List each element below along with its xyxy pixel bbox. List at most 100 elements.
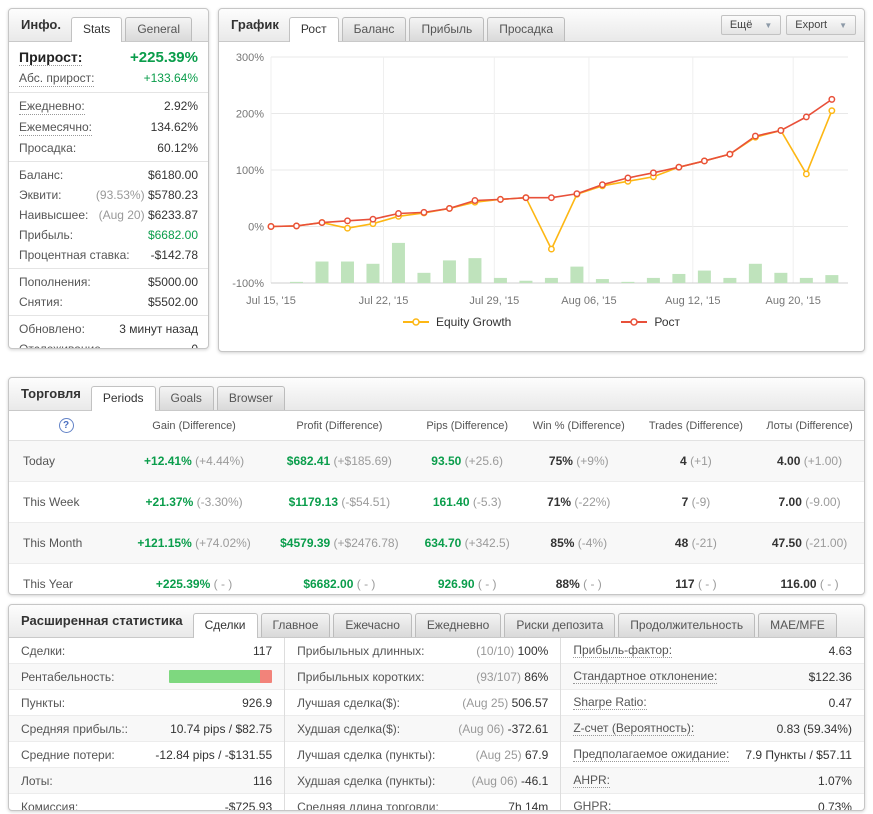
cell-value: 7: [681, 495, 689, 509]
info-value: 60.12%: [157, 141, 198, 155]
table-row: This Week +21.37% (-3.30%) $1179.13 (-$54.…: [9, 481, 864, 523]
stat-row: Стандартное отклонение: $122.36: [561, 664, 864, 690]
cell-value: $6682.00: [303, 577, 354, 591]
stat-value: (Aug 25) 506.57: [462, 695, 549, 710]
stats-tab-hourly[interactable]: Ежечасно: [333, 613, 412, 637]
stat-row: Рентабельность:: [9, 664, 285, 690]
cell-value: $4579.39: [280, 536, 331, 550]
growth-chart: 300% 200% 100% 0% -100% Jul 15, '15 Jul 22, '1…: [232, 52, 848, 307]
svg-text:Jul 22, '15: Jul 22, '15: [359, 295, 409, 307]
stat-label: Рентабельность:: [21, 669, 115, 684]
info-row: Просадка: 60.12%: [9, 138, 208, 158]
period-value-cell: $1179.13 (-$54.51): [265, 481, 414, 523]
stats-tab-deposit-risk[interactable]: Риски депозита: [504, 613, 616, 637]
stats-tab-duration[interactable]: Продолжительность: [618, 613, 756, 637]
info-tab-general[interactable]: General: [125, 17, 193, 41]
profitability-bar-win: [169, 670, 260, 683]
stat-label: Лоты:: [21, 773, 53, 788]
period-value-cell: 93.50 (+25.6): [413, 440, 521, 482]
cell-difference: (-21.00): [805, 536, 848, 550]
stat-label: Худшая сделка (пункты):: [297, 773, 436, 788]
legend-item-growth[interactable]: Рост: [621, 315, 680, 329]
stat-value: -12.84 pips / -$131.55: [155, 747, 273, 762]
info-value: +133.64%: [143, 71, 198, 85]
periods-table-body: Today +12.41% (+4.44%) $682.41 (+$185.69) 9…: [9, 440, 864, 595]
stat-value-prefix: (Aug 25): [462, 695, 512, 710]
cell-difference: (+74.02%): [195, 536, 251, 550]
stat-value: 4.63: [828, 643, 852, 658]
chart-tab-drawdown[interactable]: Просадка: [487, 17, 566, 41]
legend-item-equity-growth[interactable]: Equity Growth: [402, 315, 511, 329]
volume-bar: [519, 280, 533, 283]
cell-value: 88%: [555, 577, 580, 591]
chevron-down-icon: ▼: [839, 20, 847, 30]
help-icon[interactable]: ?: [58, 418, 74, 433]
volume-bar: [544, 277, 558, 283]
trading-tab-periods[interactable]: Periods: [90, 386, 156, 411]
export-button[interactable]: Export ▼: [786, 15, 856, 35]
cell-value: $682.41: [286, 454, 331, 468]
chart-tab-growth[interactable]: Рост: [288, 17, 339, 42]
chart-tab-profit[interactable]: Прибыль: [409, 17, 485, 41]
info-row: Эквити: (93.53%) $5780.23: [9, 185, 208, 205]
stats-tab-trades[interactable]: Сделки: [192, 613, 258, 638]
period-value-cell: +12.41% (+4.44%): [123, 440, 266, 482]
cell-value: 48: [674, 536, 689, 550]
cell-difference: (+$185.69): [333, 454, 392, 468]
cell-difference: ( - ): [583, 577, 602, 591]
table-row: Today +12.41% (+4.44%) $682.41 (+$185.69) 9…: [9, 440, 864, 482]
info-row: Прибыль: $6682.00: [9, 225, 208, 245]
period-value-cell: 88% ( - ): [521, 564, 637, 595]
info-label: Обновлено:: [19, 322, 85, 336]
stat-value-prefix: (Aug 06): [458, 721, 508, 736]
stat-value-prefix: (93/107): [476, 669, 525, 684]
stat-value: (93/107) 86%: [476, 669, 549, 684]
stat-label: Средняя длина торговли:: [297, 799, 439, 811]
profitability-bar: [169, 670, 273, 683]
svg-text:Jul 29, '15: Jul 29, '15: [469, 295, 519, 307]
period-value-cell: +21.37% (-3.30%): [123, 481, 266, 523]
cell-difference: (-9): [691, 495, 711, 509]
info-tab-stats[interactable]: Stats: [70, 17, 123, 42]
chart-panel: График Рост Баланс Прибыль Просадка Ещё ▼ Exp…: [218, 8, 865, 352]
stats-column: Сделки: 117 Рентабельность: Пункты: 926.9 Сре…: [9, 638, 285, 810]
more-button[interactable]: Ещё ▼: [720, 15, 782, 35]
cell-value: 116.00: [780, 577, 817, 591]
chart-panel-header: График Рост Баланс Прибыль Просадка Ещё ▼ Exp…: [219, 9, 864, 42]
cell-value: 117: [675, 577, 695, 591]
stat-value: 7h 14m: [508, 799, 549, 811]
period-value-cell: $6682.00 ( - ): [265, 564, 413, 595]
trading-tab-browser[interactable]: Browser: [216, 386, 285, 410]
legend-label: Рост: [654, 315, 681, 329]
column-header: Win % (Difference): [520, 411, 637, 441]
stat-row: Худшая сделка($): (Aug 06) -372.61: [285, 716, 561, 742]
cell-value: 161.40: [432, 495, 470, 509]
info-row: Ежедневно: 2.92%: [9, 96, 208, 117]
stats-tab-mae-mfe[interactable]: MAE/MFE: [758, 613, 837, 637]
info-value: (93.53%) $5780.23: [95, 188, 198, 202]
stats-tab-daily[interactable]: Ежедневно: [414, 613, 502, 637]
period-value-cell: +121.15% (+74.02%): [123, 522, 266, 564]
info-group: Баланс: $6180.00 Эквити: (93.53%) $5780.23 Н…: [9, 162, 208, 269]
period-label: Today: [9, 440, 123, 482]
stat-value: (10/10) 100%: [476, 643, 549, 658]
svg-text:-100%: -100%: [232, 278, 264, 290]
chart-tab-balance[interactable]: Баланс: [341, 17, 407, 41]
period-value-cell: 85% (-4%): [520, 522, 637, 564]
info-value: $5502.00: [147, 295, 198, 309]
stat-row: Средние потери: -12.84 pips / -$131.55: [9, 742, 285, 768]
info-label: Абс. прирост:: [19, 71, 95, 87]
chart-header-buttons: Ещё ▼ Export ▼: [720, 15, 856, 35]
period-label: This Week: [9, 481, 123, 523]
info-value: -$142.78: [150, 248, 198, 262]
info-panel: Инфо. Stats General Прирост: +225.39% Абс. …: [8, 8, 209, 349]
stat-value-prefix: (10/10): [476, 643, 518, 658]
stats-column: Прибыльных длинных: (10/10) 100% Прибыльны…: [284, 638, 561, 811]
chart-legend: Equity Growth Рост: [219, 313, 864, 337]
info-label: Прибыль:: [19, 228, 74, 242]
period-value-cell: 4.00 (+1.00): [755, 440, 864, 482]
stats-tab-main[interactable]: Главное: [260, 613, 331, 637]
trading-tab-goals[interactable]: Goals: [158, 386, 214, 410]
chart-tabs: Рост Баланс Прибыль Просадка: [288, 17, 566, 42]
stat-row: AHPR: 1.07%: [561, 768, 864, 794]
